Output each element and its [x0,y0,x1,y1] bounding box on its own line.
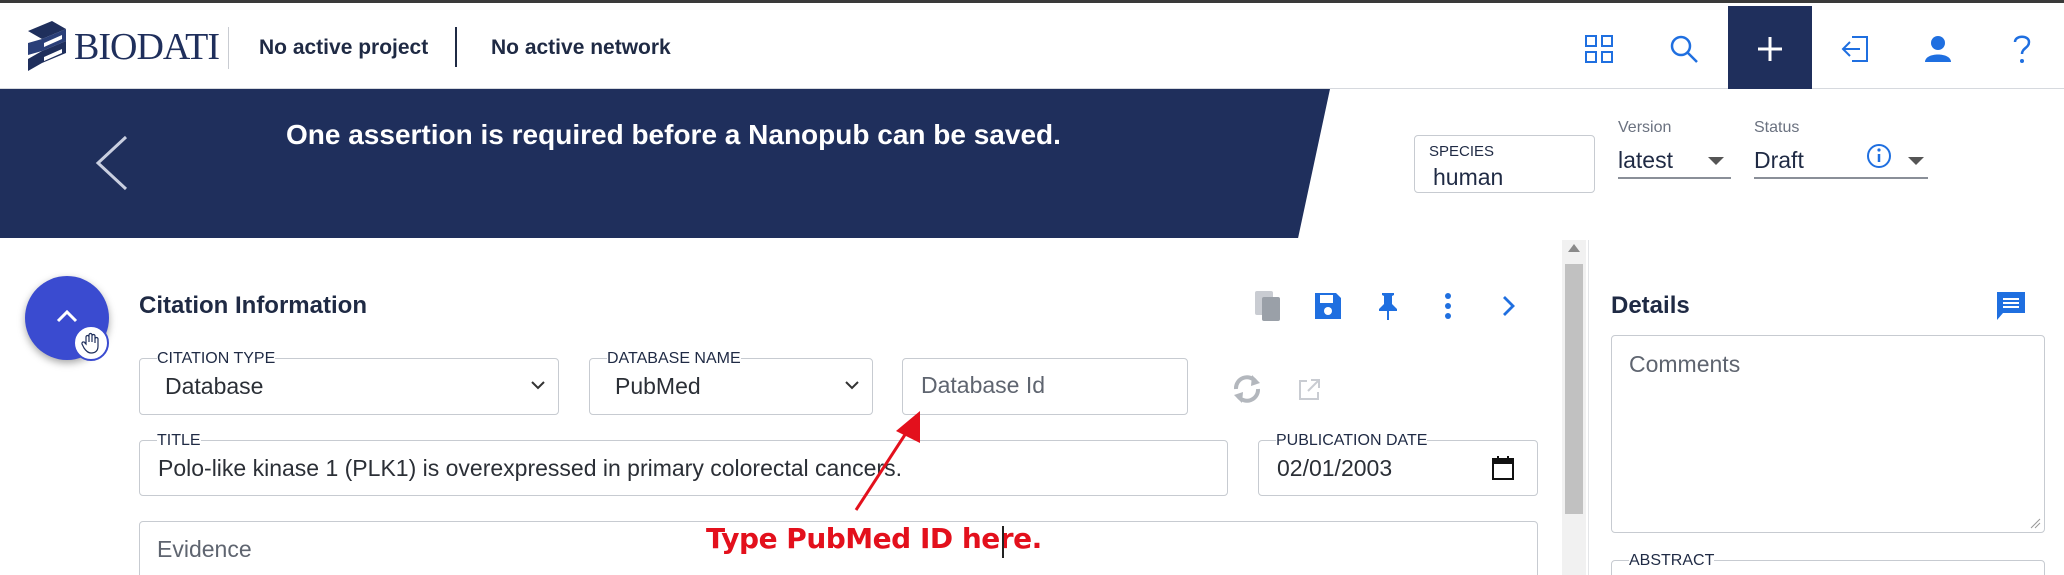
publication-date-value: 02/01/2003 [1277,455,1393,481]
abstract-textarea[interactable]: ABSTRACT [1611,552,2045,575]
database-name-value: PubMed [615,373,701,399]
top-navbar: BIODATI No active project No active netw… [0,0,2064,92]
title-input[interactable]: TITLE Polo-like kinase 1 (PLK1) is overe… [139,432,1228,496]
text-cursor [1002,526,1004,558]
panel-divider [1588,240,1589,575]
refresh-button[interactable] [1230,372,1264,411]
chevron-up-icon [56,309,78,323]
version-value: latest [1618,147,1673,173]
add-button[interactable] [1728,6,1812,92]
annotation-arrow-icon [854,411,920,511]
divider [228,27,229,69]
comment-icon [1997,292,2025,320]
import-button[interactable] [1813,6,1897,92]
publication-date-input[interactable]: PUBLICATION DATE 02/01/2003 [1258,432,1538,496]
copy-icon [1255,291,1280,321]
logo-mark-icon [28,21,66,71]
publication-date-label: PUBLICATION DATE [1276,432,1428,450]
info-icon[interactable] [1866,143,1892,169]
caret-down-icon [1908,157,1924,165]
copy-button[interactable] [1250,286,1286,326]
refresh-icon [1234,375,1260,403]
comments-textarea[interactable]: Comments [1611,335,2045,533]
status-select[interactable]: Draft [1754,139,1928,179]
database-id-input[interactable]: Database Id [902,358,1188,415]
expand-button[interactable] [1490,286,1526,326]
logo-text: BIODATI [74,26,220,68]
user-icon [1925,36,1951,62]
species-value: human [1433,164,1504,190]
apps-grid-icon [1585,35,1613,63]
database-name-label: DATABASE NAME [607,350,741,368]
scrollbar-thumb[interactable] [1565,264,1583,514]
status-label: Status [1754,119,1800,136]
chevron-left-icon [95,135,128,191]
biodati-logo[interactable]: BIODATI [22,19,220,75]
open-link-button[interactable] [1296,377,1322,408]
chevron-right-icon [1503,296,1515,316]
nanopub-header: One assertion is required before a Nanop… [0,89,2064,239]
resize-handle-icon[interactable] [2029,517,2041,529]
version-label: Version [1618,119,1672,136]
search-icon [1670,35,1698,63]
chevron-down-icon [845,381,859,390]
more-options-button[interactable] [1430,286,1466,326]
apps-grid-button[interactable] [1557,6,1641,92]
citation-type-select[interactable]: CITATION TYPE Database [139,350,559,415]
details-section-title: Details [1611,292,1690,319]
hand-pointer-icon [73,325,109,361]
annotation-text: Type PubMed ID here. [706,522,1042,555]
save-button[interactable] [1310,286,1346,326]
more-vert-icon [1445,293,1451,319]
chevron-down-icon [531,381,545,390]
plus-icon [1758,37,1782,61]
back-button[interactable] [92,133,132,193]
version-select[interactable]: latest [1618,139,1731,179]
validation-message: One assertion is required before a Nanop… [286,119,1061,150]
database-name-select[interactable]: DATABASE NAME PubMed [589,350,873,415]
comments-button[interactable] [1995,290,2027,327]
citation-section-title: Citation Information [139,292,367,319]
import-icon [1841,36,1868,62]
citation-type-label: CITATION TYPE [157,350,276,368]
divider [455,27,457,67]
abstract-label: ABSTRACT [1629,552,1715,570]
calendar-icon[interactable] [1491,455,1515,481]
help-button[interactable] [1980,6,2064,92]
scroll-up-arrow-icon[interactable] [1568,244,1580,252]
banner-background [0,89,1330,238]
pin-button[interactable] [1370,286,1406,326]
user-button[interactable] [1896,6,1980,92]
title-value: Polo-like kinase 1 (PLK1) is overexpress… [158,455,902,481]
species-field[interactable]: SPECIES human [1414,135,1595,193]
title-label: TITLE [157,432,201,450]
caret-down-icon [1708,157,1724,165]
help-icon [2013,35,2031,63]
database-id-placeholder: Database Id [921,372,1046,398]
comments-placeholder: Comments [1629,351,1741,377]
active-project[interactable]: No active project [259,36,428,60]
search-button[interactable] [1642,6,1726,92]
citation-type-value: Database [165,373,264,399]
active-network[interactable]: No active network [491,36,671,60]
species-label: SPECIES [1429,143,1495,160]
evidence-placeholder: Evidence [157,536,252,562]
external-link-icon [1299,379,1320,400]
save-icon [1315,293,1341,319]
pin-icon [1379,293,1397,320]
status-value: Draft [1754,147,1804,173]
